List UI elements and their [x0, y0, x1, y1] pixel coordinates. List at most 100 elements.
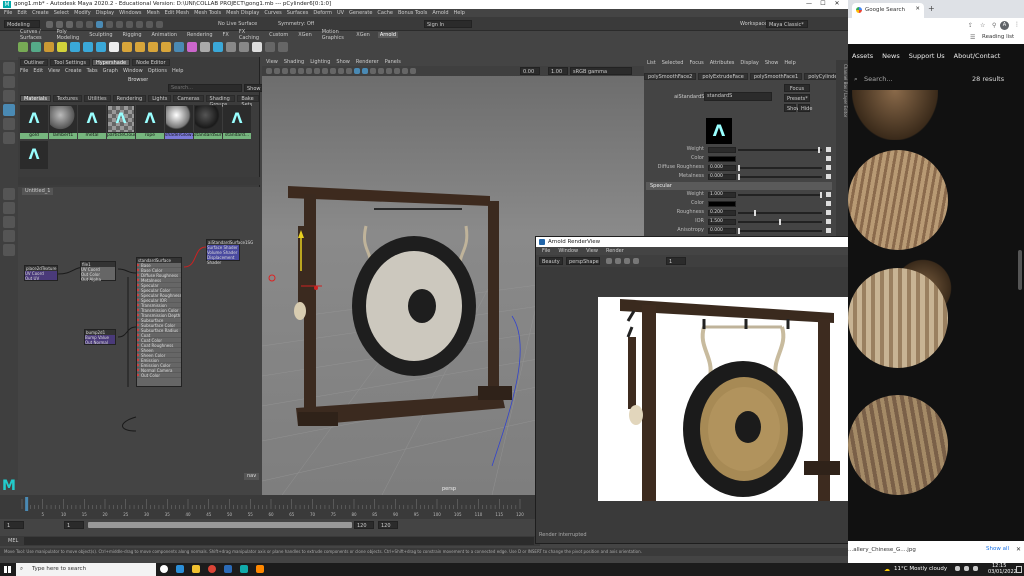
slider-handle[interactable] — [738, 165, 740, 171]
attribute-value-field[interactable] — [708, 156, 736, 162]
select-object-icon[interactable] — [106, 21, 113, 28]
new-tab-button[interactable]: + — [928, 4, 935, 13]
menu-edit-mesh[interactable]: Edit Mesh — [165, 10, 189, 16]
ae-menu-focus[interactable]: Focus — [689, 60, 703, 66]
port-plug-icon[interactable] — [137, 344, 139, 346]
port-plug-icon[interactable] — [137, 359, 139, 361]
outliner-layout-icon[interactable] — [3, 244, 15, 256]
port-plug-icon[interactable] — [137, 319, 139, 321]
node-port[interactable]: Out Normal — [85, 340, 115, 345]
shelf-tool-icon[interactable] — [252, 42, 262, 52]
port-plug-icon[interactable] — [137, 349, 139, 351]
shelf-tool-icon[interactable] — [174, 42, 184, 52]
ae-menu-display[interactable]: Display — [740, 60, 758, 66]
specular-section-header[interactable]: Specular — [646, 182, 832, 190]
rv-menu-render[interactable]: Render — [606, 248, 624, 254]
share-icon[interactable]: ⇪ — [968, 22, 973, 29]
menu-mesh-display[interactable]: Mesh Display — [226, 10, 259, 16]
asset-thumbnail[interactable] — [852, 90, 938, 140]
shelf-tab[interactable]: Animation — [150, 32, 180, 38]
isolate-icon[interactable] — [394, 68, 400, 74]
clock-date[interactable]: 03/01/2022 — [988, 569, 1017, 575]
tab-cameras[interactable]: Cameras — [173, 95, 204, 102]
edge-icon[interactable] — [176, 565, 184, 573]
ae-menu-attributes[interactable]: Attributes — [710, 60, 735, 66]
snap-point-icon[interactable] — [146, 21, 153, 28]
node-port[interactable]: Out UV — [25, 276, 57, 281]
playback-start-field[interactable]: 1 — [64, 521, 84, 529]
port-plug-icon[interactable] — [137, 364, 139, 366]
workspace-select[interactable]: Maya Classic* — [766, 20, 808, 28]
hs-menu-help[interactable]: Help — [172, 68, 183, 74]
shelf-tool-icon[interactable] — [200, 42, 210, 52]
material-swatch[interactable]: Λstandard... — [223, 105, 251, 139]
place2d-node[interactable]: place2dTexture UV Coord Out UV — [24, 265, 58, 281]
menu-windows[interactable]: Windows — [119, 10, 141, 16]
menu-deform[interactable]: Deform — [313, 10, 332, 16]
map-button-icon[interactable] — [826, 201, 831, 206]
ae-menu-show[interactable]: Show — [765, 60, 779, 66]
menu-mesh-tools[interactable]: Mesh Tools — [194, 10, 221, 16]
gamma-field[interactable]: 1.00 — [548, 67, 568, 75]
shelf-tab[interactable]: FX — [221, 32, 231, 38]
node-port[interactable]: Out Alpha — [81, 277, 115, 282]
material-swatch[interactable]: lambert1 — [49, 105, 77, 139]
live-surface[interactable]: No Live Surface — [218, 20, 257, 28]
ae-menu-selected[interactable]: Selected — [662, 60, 684, 66]
hs-menu-window[interactable]: Window — [123, 68, 143, 74]
page-scrollbar[interactable] — [1018, 250, 1022, 290]
redo-icon[interactable] — [86, 21, 93, 28]
vp-menu-renderer[interactable]: Renderer — [356, 59, 379, 65]
time-slider[interactable]: 5 10 15 20 25 30 35 40 45 50 55 60 65 70 75 80 85 90 95 100… — [0, 495, 540, 519]
port-plug-icon[interactable] — [137, 324, 139, 326]
port-plug-icon[interactable] — [137, 314, 139, 316]
lights-icon[interactable] — [370, 68, 376, 74]
task-view-icon[interactable] — [160, 565, 168, 573]
shelf-tool-icon[interactable] — [18, 42, 28, 52]
hs-menu-options[interactable]: Options — [148, 68, 167, 74]
nav-about-contact[interactable]: About/Contact — [954, 52, 1001, 60]
mel-label[interactable]: MEL — [8, 538, 18, 544]
select-hierarchy-icon[interactable] — [96, 21, 103, 28]
tray-arrow-icon[interactable] — [955, 566, 960, 571]
shelf-tab[interactable]: XGen — [296, 32, 314, 38]
ao-icon[interactable] — [402, 68, 408, 74]
move-tool-icon[interactable] — [3, 104, 15, 116]
shelf-tool-icon[interactable] — [83, 42, 93, 52]
tab-bake-sets[interactable]: Bake Sets — [237, 95, 259, 108]
port-plug-icon[interactable] — [137, 279, 139, 281]
slider-handle[interactable] — [738, 174, 740, 180]
port-plug-icon[interactable] — [137, 339, 139, 341]
motion-blur-icon[interactable] — [410, 68, 416, 74]
browser-tab[interactable]: Google Search ✕ — [852, 3, 924, 18]
snap-curve-icon[interactable] — [136, 21, 143, 28]
alpha-icon[interactable] — [615, 258, 621, 264]
image-plane-icon[interactable] — [290, 68, 296, 74]
port-plug-icon[interactable] — [137, 284, 139, 286]
single-pane-icon[interactable] — [3, 188, 15, 200]
mode-select[interactable]: Modeling — [4, 20, 40, 28]
nav-news[interactable]: News — [882, 52, 900, 60]
start-frame-field[interactable]: 1 — [4, 521, 24, 529]
hs-menu-view[interactable]: View — [48, 68, 60, 74]
focus-button[interactable]: Focus — [784, 84, 810, 92]
attribute-slider[interactable] — [738, 176, 822, 178]
rv-menu-view[interactable]: View — [586, 248, 598, 254]
color-space-select[interactable]: sRGB gamma — [570, 67, 632, 75]
slider-handle[interactable] — [818, 147, 821, 153]
shelf-tool-icon[interactable] — [44, 42, 54, 52]
node-port[interactable]: Out Color — [137, 373, 181, 378]
ae-menu-list[interactable]: List — [647, 60, 656, 66]
maya-taskbar-icon[interactable] — [240, 565, 248, 573]
file-explorer-icon[interactable] — [192, 565, 200, 573]
port-plug-icon[interactable] — [137, 294, 139, 296]
xray-icon[interactable] — [386, 68, 392, 74]
extensions-icon[interactable]: ⚲ — [992, 22, 996, 29]
close-download-icon[interactable]: ✕ — [1016, 546, 1021, 553]
menu-help[interactable]: Help — [454, 10, 465, 16]
menu-select[interactable]: Select — [54, 10, 69, 16]
port-plug-icon[interactable] — [137, 354, 139, 356]
field-chart-icon[interactable] — [330, 68, 336, 74]
presets-button[interactable]: Presets* — [784, 94, 810, 102]
resolution-gate-icon[interactable] — [314, 68, 320, 74]
